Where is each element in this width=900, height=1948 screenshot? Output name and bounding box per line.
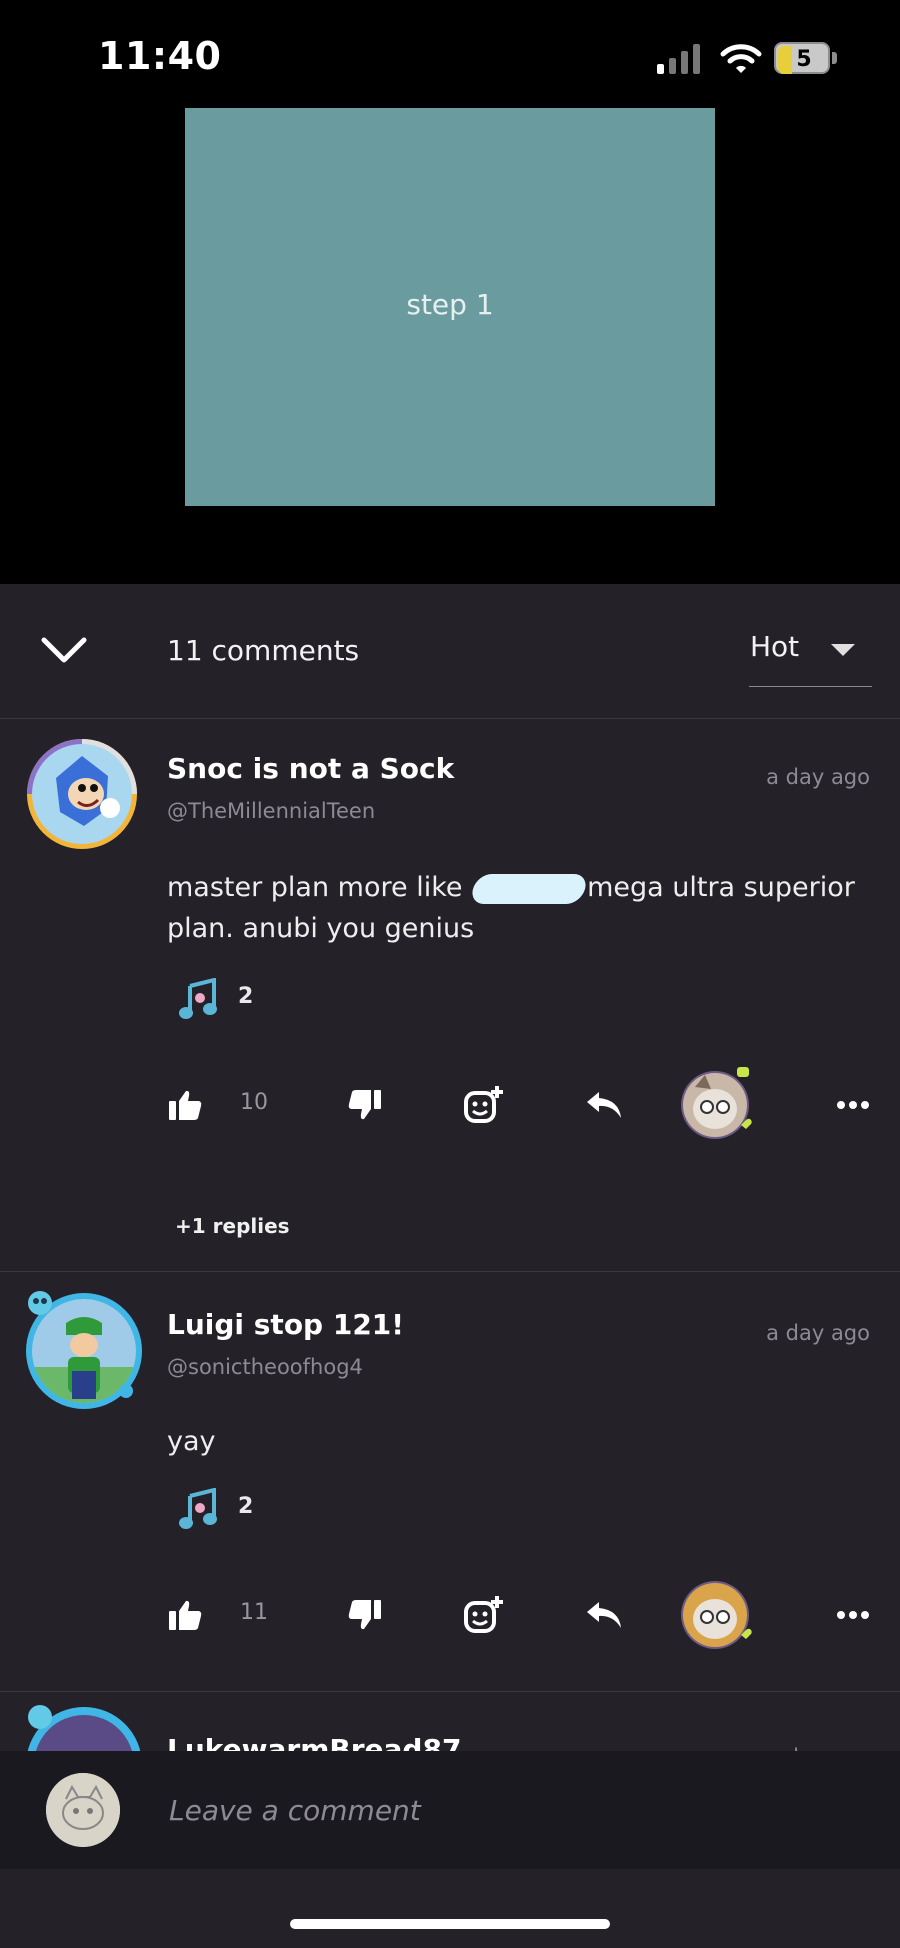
comment-actions: 11 xyxy=(0,1580,900,1650)
thumbs-down-icon xyxy=(348,1600,381,1630)
battery-icon: 5 xyxy=(774,42,838,76)
avatar[interactable] xyxy=(46,1773,120,1847)
thumbs-up-icon xyxy=(169,1090,202,1120)
avatar xyxy=(681,1067,752,1139)
more-dots-icon xyxy=(837,1611,869,1619)
comment-item: Snoc is not a Sock @TheMillennialTeen a … xyxy=(0,719,900,1272)
like-button[interactable] xyxy=(168,1580,202,1650)
comment-body: master plan more like mega ultra superio… xyxy=(167,867,867,949)
music-note-icon xyxy=(179,1487,217,1529)
avatar xyxy=(681,1581,752,1649)
video-caption: step 1 xyxy=(406,288,494,321)
comment-actions: 10 xyxy=(0,1067,900,1140)
redaction-mark xyxy=(469,873,590,904)
wifi-icon xyxy=(720,44,762,73)
avatar[interactable] xyxy=(22,1701,146,1753)
reaction-chip[interactable]: 2 xyxy=(178,1487,253,1532)
comment-item: LukewarmBread87 a day ago xyxy=(0,1693,900,1753)
comments-count: 11 comments xyxy=(167,634,360,667)
reaction-chip[interactable]: 2 xyxy=(178,977,253,1022)
home-indicator[interactable] xyxy=(290,1919,610,1929)
reaction-count: 2 xyxy=(238,1494,254,1519)
avatar[interactable] xyxy=(22,1287,146,1411)
reply-button[interactable] xyxy=(585,1580,623,1650)
battery-level: 5 xyxy=(796,47,812,72)
comment-time: a day ago xyxy=(766,765,870,789)
sort-label: Hot xyxy=(750,630,800,663)
music-note-icon xyxy=(179,977,217,1019)
more-dots-icon xyxy=(837,1101,869,1109)
dislike-button[interactable] xyxy=(348,1070,382,1140)
thumbs-down-icon xyxy=(348,1090,381,1120)
add-emoji-icon xyxy=(464,1596,503,1633)
comment-composer xyxy=(0,1751,900,1869)
dislike-button[interactable] xyxy=(348,1580,382,1650)
like-count: 10 xyxy=(240,1090,268,1115)
add-reaction-button[interactable] xyxy=(463,1580,505,1650)
reply-arrow-icon xyxy=(587,1092,621,1118)
status-time: 11:40 xyxy=(98,34,222,78)
comment-handle[interactable]: @sonictheoofhog4 xyxy=(167,1355,363,1379)
more-options-button[interactable] xyxy=(836,1070,870,1140)
reply-arrow-icon xyxy=(587,1602,621,1628)
chevron-down-icon[interactable] xyxy=(38,624,90,676)
status-bar: 11:40 5 xyxy=(0,0,900,108)
comment-handle[interactable]: @TheMillennialTeen xyxy=(167,799,375,823)
comment-input[interactable] xyxy=(167,1781,851,1839)
comment-author[interactable]: Snoc is not a Sock xyxy=(167,752,454,785)
home-indicator-area xyxy=(0,1869,900,1948)
video-frame[interactable]: step 1 xyxy=(185,108,715,506)
comment-author[interactable]: Luigi stop 121! xyxy=(167,1308,404,1341)
add-emoji-icon xyxy=(464,1086,503,1123)
caret-down-icon xyxy=(831,644,855,656)
add-reaction-button[interactable] xyxy=(463,1070,505,1140)
video-player[interactable]: step 1 xyxy=(0,108,900,584)
avatar[interactable] xyxy=(26,738,138,850)
comment-author[interactable]: LukewarmBread87 xyxy=(167,1733,461,1753)
comments-header: 11 comments Hot xyxy=(0,584,900,719)
sort-dropdown[interactable]: Hot xyxy=(749,614,872,687)
reaction-count: 2 xyxy=(238,984,254,1009)
comment-body: yay xyxy=(167,1426,216,1457)
reply-button[interactable] xyxy=(585,1070,623,1140)
more-options-button[interactable] xyxy=(836,1580,870,1650)
comment-time: a day ago xyxy=(766,1321,870,1345)
thumbs-up-icon xyxy=(169,1600,202,1630)
cellular-signal-icon xyxy=(657,44,700,74)
like-button[interactable] xyxy=(168,1070,202,1140)
view-replies-link[interactable]: +1 replies xyxy=(175,1214,290,1238)
reactor-avatar[interactable] xyxy=(681,1580,757,1650)
comment-item: Luigi stop 121! @sonictheoofhog4 a day a… xyxy=(0,1273,900,1692)
comment-text: master plan more like xyxy=(167,872,472,903)
like-count: 11 xyxy=(240,1600,268,1625)
reactor-avatar[interactable] xyxy=(681,1067,757,1140)
